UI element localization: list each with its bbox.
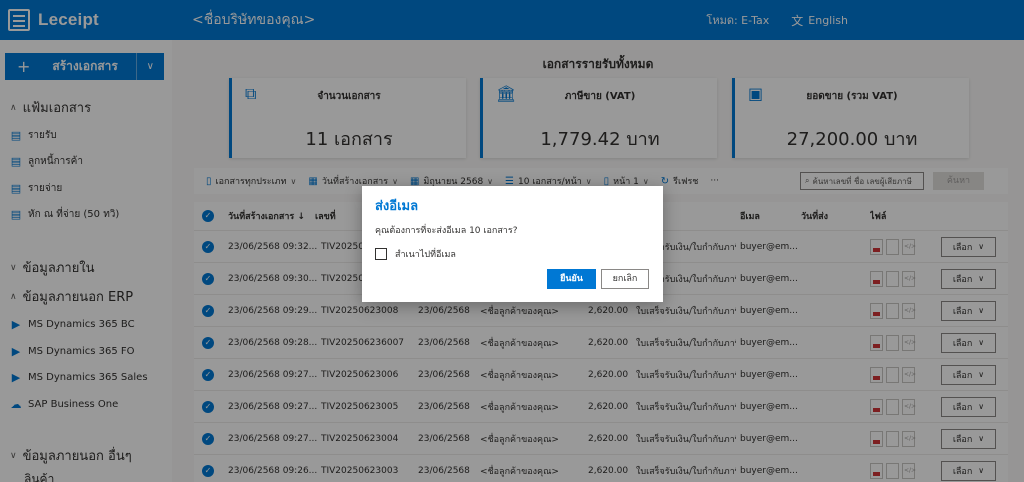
confirm-button[interactable]: ยืนยัน [547,269,596,289]
send-email-dialog: ส่งอีเมล คุณต้องการที่จะส่งอีเมล 10 เอกส… [362,186,663,302]
dialog-title: ส่งอีเมล [375,199,419,214]
cancel-button[interactable]: ยกเลิก [601,269,649,289]
checkbox-box[interactable] [375,248,387,260]
dialog-message: คุณต้องการที่จะส่งอีเมล 10 เอกสาร? [375,226,518,236]
copy-to-email-checkbox[interactable]: สำเนาไปที่อีเมล [375,247,456,261]
checkbox-label: สำเนาไปที่อีเมล [395,250,456,260]
